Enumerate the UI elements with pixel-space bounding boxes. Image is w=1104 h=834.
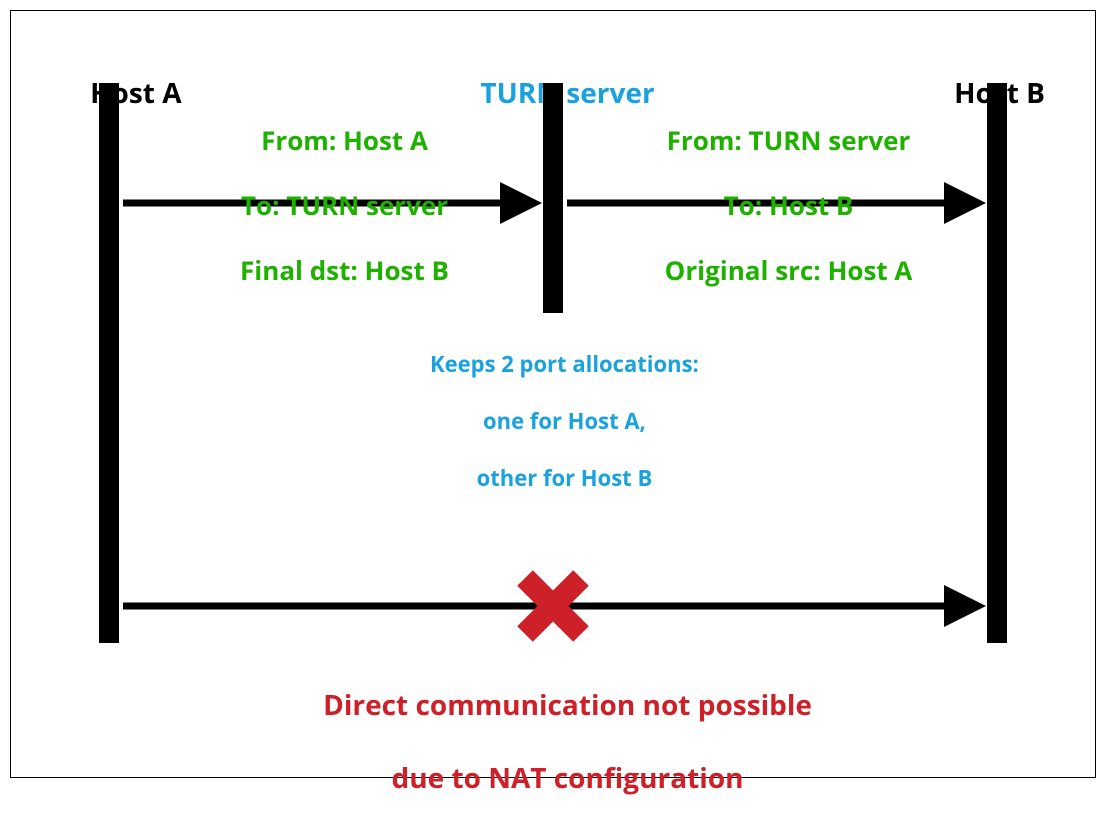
msg-left-line1: From: Host A <box>261 122 428 158</box>
turn-lifeline <box>543 83 563 313</box>
cross-icon <box>525 578 581 634</box>
message-a-to-turn: From: Host A To: TURN server Final dst: … <box>119 91 543 319</box>
msg-left-line2: To: TURN server <box>241 187 448 223</box>
msg-right-line1: From: TURN server <box>667 122 911 158</box>
bottom-note-line1: Direct communication not possible <box>323 686 812 724</box>
message-turn-to-b: From: TURN server To: Host B Original sr… <box>563 91 987 319</box>
bottom-note-line2: due to NAT configuration <box>392 759 744 797</box>
direct-not-possible-note: Direct communication not possible due to… <box>11 651 1095 833</box>
diagram-frame: Host A TURN server Host B From: Host A T… <box>10 10 1096 778</box>
turn-note-line3: other for Host B <box>477 463 653 493</box>
turn-note-line2: one for Host A, <box>483 406 646 436</box>
turn-allocations-note: Keeps 2 port allocations: one for Host A… <box>11 321 1095 521</box>
msg-right-line3: Original src: Host A <box>665 252 913 288</box>
msg-right-line2: To: Host B <box>724 187 854 223</box>
turn-note-line1: Keeps 2 port allocations: <box>430 349 699 379</box>
msg-left-line3: Final dst: Host B <box>240 252 449 288</box>
